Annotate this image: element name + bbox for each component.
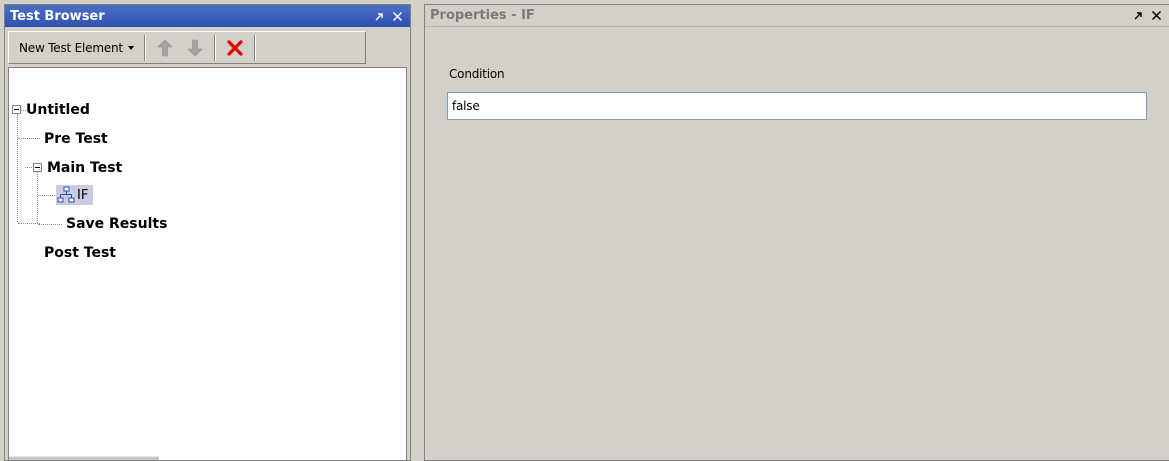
tree-node-label: Pre Test [44,131,108,147]
collapse-toggle-main-test[interactable] [33,163,42,172]
tree-connector [38,195,55,196]
close-icon[interactable] [388,7,406,25]
test-browser-titlebar[interactable]: Test Browser [5,5,410,27]
new-test-element-label: New Test Element [19,40,123,55]
test-browser-title: Test Browser [10,8,105,24]
pin-icon[interactable] [370,7,388,25]
panel-splitter[interactable] [413,0,422,461]
tree-node-main-test[interactable]: Main Test [45,157,124,179]
condition-label: Condition [449,67,505,81]
properties-title: Properties - IF [430,8,535,23]
delete-button[interactable] [220,35,250,61]
arrow-down-icon [187,39,203,56]
app-window: Test Browser New Test Element Untitled P… [0,0,1169,461]
condition-input[interactable] [447,92,1147,120]
test-browser-toolbar: New Test Element [8,31,366,64]
move-down-button[interactable] [180,35,210,61]
chevron-down-icon [127,45,134,50]
horizontal-scrollbar[interactable] [9,456,159,460]
delete-x-icon [227,39,243,56]
properties-titlebar[interactable]: Properties - IF [425,5,1169,27]
tree-node-label: Post Test [44,245,116,261]
tree-connector [17,114,18,222]
tree-connector [38,224,62,225]
new-test-element-button[interactable]: New Test Element [9,35,140,61]
tree-node-label: IF [77,187,89,203]
flowchart-icon [57,186,75,203]
tree-node-label: Save Results [66,216,168,232]
tree-node-label: Main Test [47,160,123,176]
selected-node-highlight: IF [56,185,94,205]
test-browser-panel: Test Browser New Test Element Untitled P… [4,4,411,461]
tree-connector [18,223,40,224]
toolbar-separator [143,34,146,61]
tree-node-if[interactable]: IF [56,184,94,206]
toolbar-separator [253,34,256,61]
properties-panel: Properties - IF Condition [424,4,1169,461]
tree-node-untitled[interactable]: Untitled [24,99,92,121]
toolbar-separator [213,34,216,61]
collapse-toggle-untitled[interactable] [12,105,21,114]
tree-connector [37,172,38,223]
tree-node-save-results[interactable]: Save Results [64,213,169,235]
pin-icon[interactable] [1129,7,1147,25]
move-up-button[interactable] [150,35,180,61]
tree-node-post-test[interactable]: Post Test [42,242,118,264]
tree-node-pre-test[interactable]: Pre Test [42,128,110,150]
test-tree: Untitled Pre Test Main Test IF Save Resu… [8,67,407,460]
close-icon[interactable] [1147,7,1165,25]
arrow-up-icon [157,39,173,56]
tree-node-label: Untitled [26,102,90,118]
tree-connector [18,138,40,139]
